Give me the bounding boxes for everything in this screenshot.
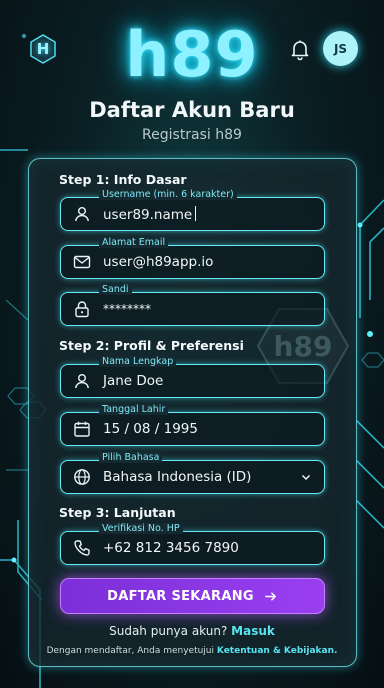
fullname-input[interactable]: Jane Doe <box>103 373 163 389</box>
phone-input[interactable]: +62 812 3456 7890 <box>103 540 239 556</box>
page-subtitle: Registrasi h89 <box>142 127 242 143</box>
bell-icon[interactable] <box>288 37 312 61</box>
birthdate-field[interactable]: Tanggal Lahir 15 / 08 / 1995 <box>60 404 325 446</box>
password-label: Sandi <box>99 284 132 295</box>
watermark-text: h89 <box>273 329 333 363</box>
step-1-heading: Step 1: Info Dasar <box>59 172 187 187</box>
register-button-label: DAFTAR SEKARANG <box>107 588 254 604</box>
terms-link[interactable]: Ketentuan & Kebijakan. <box>217 646 338 656</box>
avatar[interactable]: JS <box>323 31 358 66</box>
login-link[interactable]: Masuk <box>231 624 275 638</box>
username-field[interactable]: Username (min. 6 karakter) user89.name <box>60 189 325 231</box>
fullname-label: Nama Lengkap <box>99 356 177 367</box>
login-prompt: Sudah punya akun? Masuk <box>0 624 384 638</box>
step-2-heading: Step 2: Profil & Preferensi <box>59 338 244 353</box>
globe-icon <box>74 469 90 485</box>
lock-icon <box>75 301 89 318</box>
user-icon <box>75 207 89 222</box>
app-header: H h89 JS <box>0 0 384 96</box>
birthdate-input[interactable]: 15 / 08 / 1995 <box>103 421 198 437</box>
step-3-heading: Step 3: Lanjutan <box>59 505 176 520</box>
language-label: Pilih Bahasa <box>99 452 163 463</box>
language-select[interactable]: Pilih Bahasa Bahasa Indonesia (ID) <box>60 452 325 494</box>
email-input[interactable]: user@h89app.io <box>103 254 213 270</box>
page-title: Daftar Akun Baru <box>89 98 295 122</box>
register-button[interactable]: DAFTAR SEKARANG <box>60 578 325 614</box>
username-label: Username (min. 6 karakter) <box>99 189 237 200</box>
language-value: Bahasa Indonesia (ID) <box>103 469 252 485</box>
phone-icon <box>74 540 90 556</box>
password-input[interactable]: ******** <box>103 302 151 316</box>
fullname-field[interactable]: Nama Lengkap Jane Doe <box>60 356 325 398</box>
username-input[interactable]: user89.name <box>103 207 192 223</box>
email-field[interactable]: Alamat Email user@h89app.io <box>60 237 325 279</box>
terms-text: Dengan mendaftar, Anda menyetujui <box>46 646 215 656</box>
mail-icon <box>73 255 91 269</box>
user-icon <box>75 374 89 389</box>
arrow-right-icon <box>265 591 277 601</box>
phone-field[interactable]: Verifikasi No. HP +62 812 3456 7890 <box>60 523 325 565</box>
phone-label: Verifikasi No. HP <box>99 523 183 534</box>
text-caret <box>195 206 197 221</box>
chevron-down-icon[interactable] <box>300 471 312 483</box>
login-prompt-text: Sudah punya akun? <box>109 624 228 638</box>
birthdate-label: Tanggal Lahir <box>99 404 169 415</box>
calendar-icon <box>74 421 90 437</box>
email-label: Alamat Email <box>99 237 169 248</box>
password-field[interactable]: Sandi ******** <box>60 284 325 326</box>
terms-notice: Dengan mendaftar, Anda menyetujui Ketent… <box>0 646 384 656</box>
